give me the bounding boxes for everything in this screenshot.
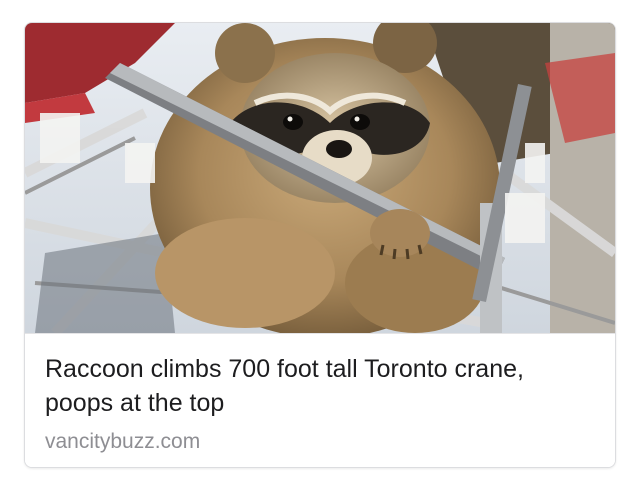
link-preview-text[interactable]: Raccoon climbs 700 foot tall Toronto cra… (25, 333, 615, 467)
source-domain: vancitybuzz.com (45, 430, 201, 453)
article-thumbnail-image[interactable] (25, 23, 615, 333)
link-preview-card[interactable]: Raccoon climbs 700 foot tall Toronto cra… (24, 22, 616, 468)
article-headline[interactable]: Raccoon climbs 700 foot tall Toronto cra… (45, 352, 585, 420)
raccoon-photo (25, 23, 615, 333)
